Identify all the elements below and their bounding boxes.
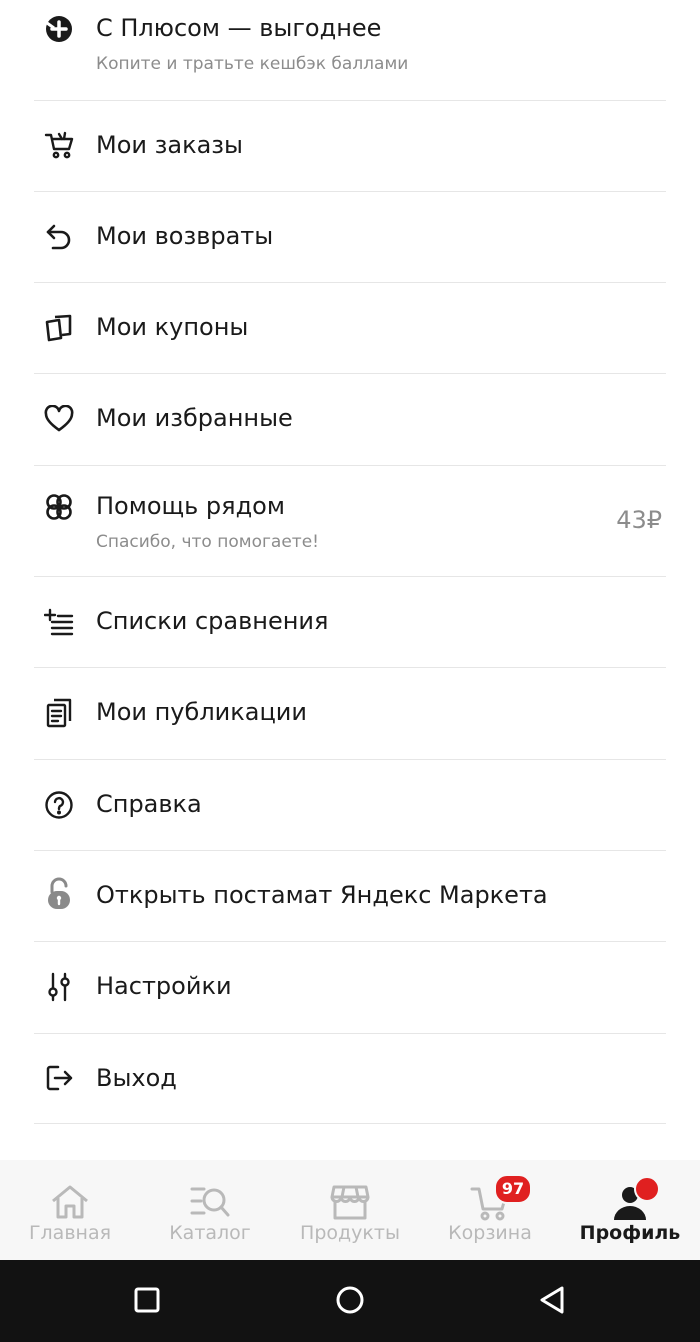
- home-icon: [48, 1180, 92, 1224]
- heart-icon: [42, 402, 76, 436]
- recents-button[interactable]: [127, 1280, 167, 1320]
- tab-home[interactable]: Главная: [0, 1160, 140, 1260]
- list-add-icon: [42, 605, 76, 639]
- return-arrow-icon: [42, 220, 76, 254]
- tab-label: Каталог: [169, 1222, 251, 1244]
- logout-icon: [42, 1061, 76, 1095]
- menu-item-title: Мои возвраты: [96, 222, 274, 250]
- menu-item-plus[interactable]: С Плюсом — выгоднее Копите и тратьте кеш…: [34, 0, 666, 101]
- help-nearby-icon: [42, 490, 76, 524]
- home-nav-button[interactable]: [330, 1280, 370, 1320]
- tab-products[interactable]: Продукты: [280, 1160, 420, 1260]
- tab-catalog[interactable]: Каталог: [140, 1160, 280, 1260]
- menu-item-coupons[interactable]: Мои купоны: [34, 283, 666, 374]
- menu-item-title: Помощь рядом: [96, 492, 285, 520]
- menu-item-title: Списки сравнения: [96, 607, 329, 635]
- menu-item-title: Мои купоны: [96, 313, 249, 341]
- store-icon: [328, 1180, 372, 1224]
- menu-item-title: Открыть постамат Яндекс Маркета: [96, 881, 548, 909]
- menu-item-title: Справка: [96, 790, 202, 818]
- cart-icon: [42, 128, 76, 162]
- tab-label: Продукты: [300, 1222, 400, 1244]
- sliders-icon: [42, 970, 76, 1004]
- menu-item-postamat[interactable]: Открыть постамат Яндекс Маркета: [34, 851, 666, 942]
- tab-label: Корзина: [448, 1222, 532, 1244]
- menu-item-publications[interactable]: Мои публикации: [34, 668, 666, 760]
- menu-item-returns[interactable]: Мои возвраты: [34, 192, 666, 283]
- menu-item-title: Выход: [96, 1064, 177, 1092]
- help-nearby-amount: 43₽: [616, 506, 662, 534]
- menu-item-settings[interactable]: Настройки: [34, 942, 666, 1034]
- plus-circle-icon: [42, 12, 76, 46]
- menu-item-orders[interactable]: Мои заказы: [34, 101, 666, 192]
- menu-item-help[interactable]: Справка: [34, 760, 666, 851]
- catalog-search-icon: [188, 1180, 232, 1224]
- question-circle-icon: [42, 788, 76, 822]
- coupons-icon: [42, 311, 76, 345]
- bottom-tab-bar: Главная Каталог Продукты Корзина Профиль: [0, 1160, 700, 1260]
- tab-cart[interactable]: Корзина: [420, 1160, 560, 1260]
- profile-notification-dot: [634, 1176, 660, 1202]
- documents-icon: [42, 696, 76, 730]
- menu-item-logout[interactable]: Выход: [34, 1034, 666, 1124]
- tab-label: Профиль: [579, 1222, 681, 1244]
- menu-item-subtitle: Спасибо, что помогаете!: [96, 532, 319, 552]
- system-navigation-bar: [0, 1260, 700, 1342]
- menu-item-title: Мои заказы: [96, 131, 243, 159]
- menu-item-title: Настройки: [96, 972, 232, 1000]
- menu-item-favorites[interactable]: Мои избранные: [34, 374, 666, 466]
- cart-count-badge: 97: [494, 1174, 532, 1204]
- tab-label: Главная: [28, 1222, 112, 1244]
- menu-item-title: Мои публикации: [96, 698, 307, 726]
- padlock-open-icon: [42, 877, 76, 911]
- tab-profile[interactable]: Профиль: [560, 1160, 700, 1260]
- menu-item-title: С Плюсом — выгоднее: [96, 14, 382, 42]
- menu-item-subtitle: Копите и тратьте кешбэк баллами: [96, 54, 409, 74]
- menu-item-title: Мои избранные: [96, 404, 293, 432]
- back-nav-button[interactable]: [532, 1280, 572, 1320]
- menu-item-compare[interactable]: Списки сравнения: [34, 577, 666, 668]
- menu-item-help-nearby[interactable]: Помощь рядом Спасибо, что помогаете! 43₽: [34, 466, 666, 577]
